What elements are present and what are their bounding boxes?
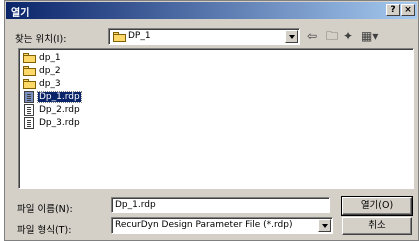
folder-icon (23, 79, 36, 89)
look-in-value: DP_1 (128, 31, 151, 41)
back-arrow-icon[interactable]: ⇦ (307, 28, 317, 44)
document-icon (24, 104, 34, 116)
folder-icon (23, 66, 36, 76)
desktop-background: 열기 ? × 찾는 위치(I): DP_1 ⇦ 🗀 ✦ ▦▾ dp_1 dp_2 (0, 0, 419, 241)
title-bar[interactable]: 열기 ? × (6, 2, 417, 19)
open-dialog: 열기 ? × 찾는 위치(I): DP_1 ⇦ 🗀 ✦ ▦▾ dp_1 dp_2 (4, 0, 419, 241)
document-icon (24, 117, 34, 129)
file-list[interactable]: dp_1 dp_2 dp_3 Dp_1.rdp Dp_2.rdp Dp_3.rd… (18, 48, 414, 189)
up-folder-icon[interactable]: 🗀 (326, 28, 338, 44)
view-menu-icon[interactable]: ▦▾ (361, 28, 378, 44)
list-item-label: Dp_3.rdp (39, 118, 80, 128)
list-item-label: dp_2 (39, 66, 61, 76)
folder-icon (113, 32, 126, 42)
file-type-value: RecurDyn Design Parameter File (*.rdp) (115, 220, 293, 230)
look-in-dropdown[interactable]: DP_1 (108, 28, 300, 45)
document-icon (24, 91, 34, 103)
list-item-label: Dp_2.rdp (39, 105, 80, 115)
window-title: 열기 (11, 8, 30, 19)
cancel-button[interactable]: 취소 (342, 217, 412, 235)
folder-icon (23, 53, 36, 63)
list-item-label: dp_3 (39, 79, 61, 89)
file-name-input[interactable] (111, 197, 330, 213)
chevron-down-icon[interactable] (318, 219, 331, 232)
chevron-down-icon[interactable] (285, 30, 298, 43)
new-folder-icon[interactable]: ✦ (343, 28, 353, 44)
file-type-dropdown[interactable]: RecurDyn Design Parameter File (*.rdp) (111, 217, 333, 234)
list-item-label: Dp_1.rdp (37, 91, 82, 103)
file-name-label: 파일 이름(N): (17, 204, 73, 215)
close-button[interactable]: × (401, 4, 415, 16)
look-in-label: 찾는 위치(I): (15, 34, 67, 45)
list-item-label: dp_1 (39, 53, 61, 63)
help-button[interactable]: ? (386, 4, 400, 16)
file-type-label: 파일 형식(T): (17, 225, 72, 236)
open-button[interactable]: 열기(O) (341, 196, 413, 216)
